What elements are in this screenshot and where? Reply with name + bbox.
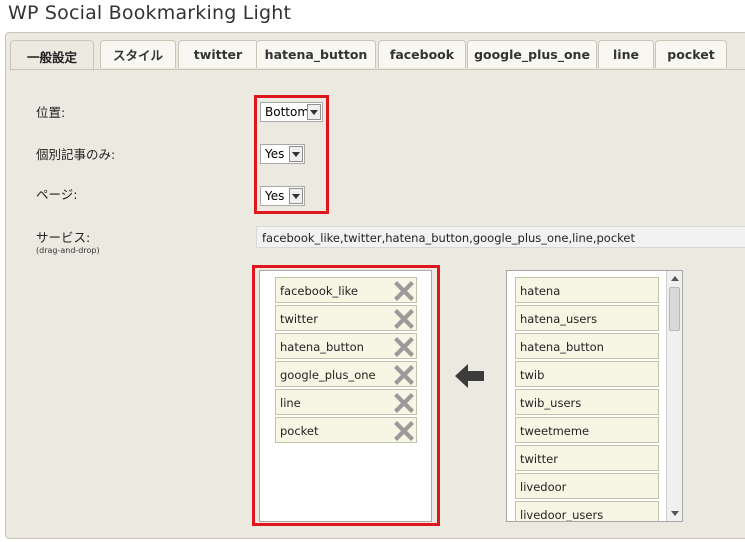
services-input[interactable]: facebook_like,twitter,hatena_button,goog… (256, 226, 745, 248)
tab-hatena-button[interactable]: hatena_button (256, 40, 376, 68)
available-service-item[interactable]: livedoor_users (515, 501, 659, 521)
available-service-item[interactable]: livedoor (515, 473, 659, 499)
available-service-item[interactable]: hatena (515, 277, 659, 303)
available-service-item[interactable]: twib (515, 361, 659, 387)
service-name: google_plus_one (280, 368, 376, 382)
position-label: 位置: (36, 105, 66, 120)
selected-service-item[interactable]: google_plus_one (275, 361, 417, 387)
chevron-down-icon (289, 146, 303, 162)
selected-service-item[interactable]: hatena_button (275, 333, 417, 359)
page-title: WP Social Bookmarking Light (8, 2, 292, 24)
tab-general[interactable]: 一般設定 (10, 40, 94, 71)
tab-facebook[interactable]: facebook (378, 40, 466, 68)
page-label: ページ: (36, 187, 78, 202)
services-hint: (drag-and-drop) (36, 246, 100, 255)
available-service-item[interactable]: hatena_users (515, 305, 659, 331)
page-select-value: Yes (265, 189, 285, 203)
tab-google-plus-one[interactable]: google_plus_one (467, 40, 597, 68)
service-name: line (280, 396, 301, 410)
tab-pocket[interactable]: pocket (655, 40, 727, 68)
arrow-left-icon (455, 364, 484, 388)
tab-twitter[interactable]: twitter (178, 40, 258, 68)
x-icon[interactable] (394, 309, 414, 329)
x-icon[interactable] (394, 393, 414, 413)
chevron-down-icon (307, 104, 321, 120)
selected-service-item[interactable]: facebook_like (275, 277, 417, 303)
service-name: pocket (280, 424, 319, 438)
x-icon[interactable] (394, 337, 414, 357)
tab-divider (10, 69, 745, 70)
x-icon[interactable] (394, 421, 414, 441)
available-service-item[interactable]: tweetmeme (515, 417, 659, 443)
service-name: hatena_button (280, 340, 364, 354)
single-only-select-value: Yes (265, 147, 285, 161)
service-name: twitter (280, 312, 318, 326)
selected-services-list[interactable]: facebook_like twitter hatena_button goog… (259, 270, 432, 522)
service-name: facebook_like (280, 284, 358, 298)
x-icon[interactable] (394, 281, 414, 301)
tab-style[interactable]: スタイル (100, 40, 176, 68)
available-services-list[interactable]: hatena hatena_users hatena_button twib t… (506, 270, 683, 522)
selected-service-item[interactable]: line (275, 389, 417, 415)
single-only-select[interactable]: Yes (260, 144, 305, 164)
tab-line[interactable]: line (598, 40, 654, 68)
position-select-value: Bottom (265, 105, 310, 119)
list-scrollbar[interactable] (666, 271, 682, 521)
page-select[interactable]: Yes (260, 186, 305, 206)
available-service-item[interactable]: hatena_button (515, 333, 659, 359)
available-service-item[interactable]: twitter (515, 445, 659, 471)
scroll-up-icon[interactable] (671, 276, 679, 281)
position-select[interactable]: Bottom (260, 102, 323, 122)
selected-service-item[interactable]: pocket (275, 417, 417, 443)
scroll-down-icon[interactable] (671, 511, 679, 516)
available-service-item[interactable]: twib_users (515, 389, 659, 415)
scroll-thumb[interactable] (669, 287, 680, 331)
selected-service-item[interactable]: twitter (275, 305, 417, 331)
single-only-label: 個別記事のみ: (36, 147, 116, 162)
chevron-down-icon (289, 188, 303, 204)
x-icon[interactable] (394, 365, 414, 385)
services-label: サービス: (36, 230, 91, 245)
